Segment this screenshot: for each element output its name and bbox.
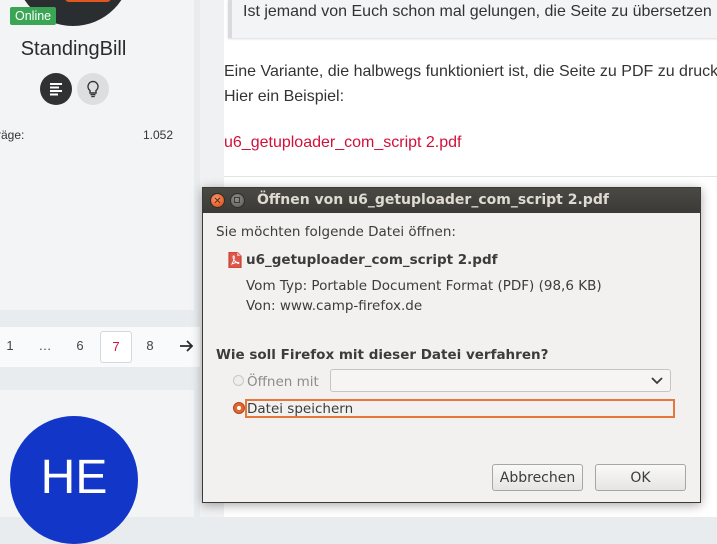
posts-count-label: räge: <box>0 128 25 142</box>
pdf-attachment-link[interactable]: u6_getuploader_com_script 2.pdf <box>224 134 462 152</box>
quote-block: Ist jemand von Euch schon mal gelungen, … <box>228 0 717 38</box>
cancel-button[interactable]: Abbrechen <box>492 464 583 491</box>
open-with-label[interactable]: Öffnen mit <box>247 374 319 390</box>
dialog-titlebar[interactable]: ✕ Öffnen von u6_getuploader_com_script 2… <box>203 188 700 213</box>
avatar-initials[interactable]: HE <box>10 416 138 544</box>
user-posts-button[interactable] <box>40 73 72 105</box>
quote-text: Ist jemand von Euch schon mal gelungen, … <box>243 3 712 20</box>
paragraph-line: Eine Variante, die halbwegs funktioniert… <box>224 63 717 80</box>
file-type-line: Vom Typ: Portable Document Format (PDF) … <box>246 278 602 294</box>
post-paragraph: Eine Variante, die halbwegs funktioniert… <box>224 59 717 109</box>
dialog-filename: u6_getuploader_com_script 2.pdf <box>246 252 498 268</box>
page-link-8[interactable]: 8 <box>143 331 157 361</box>
online-status-badge: Online <box>10 7 57 25</box>
minimize-button[interactable] <box>230 193 245 208</box>
file-source-line: Von: www.camp-firefox.de <box>246 298 423 314</box>
posts-count-value: 1.052 <box>143 128 174 142</box>
username[interactable]: StandingBill <box>0 38 147 61</box>
close-icon: ✕ <box>213 196 222 207</box>
user-profile-sidebar: Online StandingBill räge: 1.052 <box>0 0 194 310</box>
open-with-radio[interactable] <box>233 375 244 386</box>
ok-button[interactable]: OK <box>595 464 686 491</box>
page-link-current[interactable]: 7 <box>100 331 132 363</box>
arrow-right-icon <box>180 340 194 352</box>
page-link-6[interactable]: 6 <box>73 331 87 361</box>
open-with-select[interactable] <box>330 369 671 392</box>
dialog-intro: Sie möchten folgende Datei öffnen: <box>216 224 456 240</box>
second-user-sidebar: HE <box>0 390 194 544</box>
save-file-radio[interactable] <box>233 402 245 414</box>
paragraph-line: Hier ein Beispiel: <box>224 88 345 105</box>
dialog-question: Wie soll Firefox mit dieser Datei verfah… <box>216 347 549 363</box>
divider <box>224 176 717 177</box>
save-file-label[interactable]: Datei speichern <box>247 401 353 417</box>
lightbulb-icon <box>87 80 99 98</box>
list-icon <box>50 83 62 96</box>
chevron-down-icon <box>651 377 663 385</box>
pagination: 1 … 6 7 8 <box>0 327 202 367</box>
page-ellipsis: … <box>38 338 52 353</box>
dialog-title: Öffnen von u6_getuploader_com_script 2.p… <box>257 192 609 208</box>
next-page-button[interactable] <box>177 331 197 361</box>
open-file-dialog: ✕ Öffnen von u6_getuploader_com_script 2… <box>202 187 701 503</box>
pdf-file-icon <box>228 252 242 268</box>
page-link-1[interactable]: 1 <box>3 331 17 361</box>
close-button[interactable]: ✕ <box>210 193 225 208</box>
user-ideas-button[interactable] <box>77 73 109 105</box>
